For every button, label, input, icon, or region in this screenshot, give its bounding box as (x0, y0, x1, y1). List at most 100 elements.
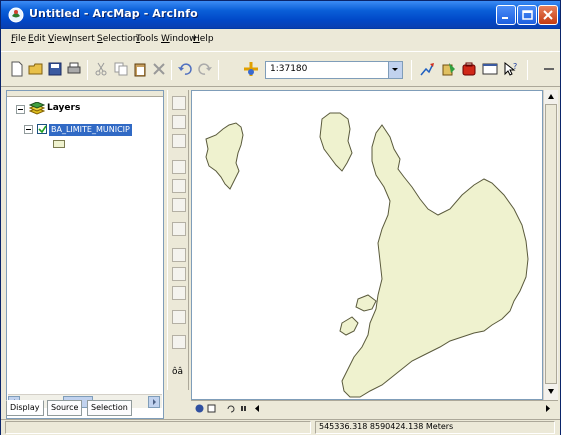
pan-icon[interactable] (172, 134, 186, 148)
cursor-coordinates: 545336.318 8590424.138 Meters (319, 422, 454, 431)
chevron-down-icon (392, 68, 398, 71)
layer-symbol-swatch[interactable] (53, 140, 65, 148)
toolbar-overflow-icon[interactable] (541, 61, 557, 77)
close-button[interactable] (538, 5, 558, 25)
copy-icon[interactable] (113, 61, 129, 77)
add-data-icon[interactable] (243, 61, 259, 77)
menu-edit[interactable]: Edit (28, 34, 45, 44)
redo-icon[interactable] (197, 61, 213, 77)
menu-file-label: ile (15, 34, 27, 44)
svg-text:ôâ: ôâ (172, 366, 183, 377)
menu-insert-label: nsert (71, 34, 95, 44)
measure-icon[interactable] (172, 335, 186, 349)
print-icon[interactable] (66, 61, 82, 77)
standard-toolbar: 1:37180 ? (1, 51, 560, 87)
map-scale-combobox[interactable]: 1:37180 (265, 61, 403, 79)
whats-this-help-icon[interactable]: ? (503, 61, 519, 77)
maximize-button[interactable] (517, 5, 537, 25)
refresh-view-icon[interactable] (226, 404, 235, 413)
fixed-zoom-in-icon[interactable] (172, 160, 186, 174)
zoom-in-icon[interactable] (172, 96, 186, 110)
new-document-icon[interactable] (9, 61, 25, 77)
arrow-up-icon[interactable] (546, 92, 556, 102)
tab-source[interactable]: Source (47, 400, 83, 416)
map-vscroll-thumb[interactable] (545, 104, 557, 384)
minimize-icon (502, 17, 508, 19)
editor-toolbar-icon[interactable] (419, 61, 435, 77)
scroll-left-icon[interactable] (253, 404, 262, 413)
arrow-right-icon (153, 399, 156, 405)
find-icon[interactable] (172, 310, 186, 324)
arcmap-window: Untitled - ArcMap - ArcInfo File Edit Vi… (0, 0, 561, 435)
back-extent-icon[interactable] (172, 198, 186, 212)
arrow-down-icon[interactable] (546, 386, 556, 396)
maximize-icon (522, 10, 533, 20)
island-bay[interactable] (339, 316, 359, 336)
menu-edit-label: dit (33, 34, 46, 44)
layout-view-icon[interactable] (207, 404, 216, 413)
toc-dock-handle[interactable] (7, 91, 163, 97)
undo-icon[interactable] (177, 61, 193, 77)
layer-name-selected[interactable]: BA_LIMITE_MUNICIP (49, 124, 132, 136)
delete-icon[interactable] (151, 61, 167, 77)
map-view-bar (191, 400, 558, 416)
command-line-icon[interactable] (482, 61, 498, 77)
arctoolbox-icon[interactable] (461, 61, 477, 77)
menu-tools-label: ools (139, 34, 159, 44)
menu-view[interactable]: View (48, 34, 69, 44)
zoom-out-icon[interactable] (172, 115, 186, 129)
scroll-right-icon[interactable] (543, 404, 552, 413)
scroll-right-button[interactable] (148, 396, 160, 408)
toolbar-separator (171, 60, 172, 80)
open-folder-icon[interactable] (28, 61, 44, 77)
data-view-icon[interactable] (195, 404, 204, 413)
forward-extent-icon[interactable] (172, 222, 186, 236)
map-scale-value: 1:37180 (270, 64, 308, 74)
island-north[interactable] (319, 112, 353, 172)
scale-dropdown-button[interactable] (388, 62, 402, 78)
layers-collapse-toggle[interactable] (16, 105, 25, 114)
status-bar: 545336.318 8590424.138 Meters (1, 419, 560, 435)
menu-file[interactable]: File (11, 34, 26, 44)
arccatalog-icon[interactable] (441, 61, 457, 77)
toolbar-separator (218, 60, 219, 80)
layer-collapse-toggle[interactable] (24, 125, 33, 134)
save-icon[interactable] (47, 61, 63, 77)
checkmark-icon (38, 125, 47, 134)
window-title: Untitled - ArcMap - ArcInfo (29, 7, 198, 20)
data-frame-label[interactable]: Layers (47, 103, 80, 113)
status-message-panel (5, 421, 311, 434)
menu-window[interactable]: Window (161, 34, 197, 44)
svg-text:?: ? (513, 62, 517, 71)
menu-tools[interactable]: Tools (136, 34, 158, 44)
toolbar-separator (411, 60, 412, 80)
select-elements-icon[interactable] (172, 267, 186, 281)
menu-help-label: elp (199, 34, 214, 44)
minimize-button[interactable] (496, 5, 516, 25)
menu-selection-label: election (102, 34, 139, 44)
fixed-zoom-out-icon[interactable] (172, 179, 186, 193)
hyperlink-icon[interactable]: ôâ (171, 362, 187, 378)
toolbar-separator (87, 60, 88, 80)
pause-drawing-icon[interactable] (239, 404, 248, 413)
title-bar[interactable]: Untitled - ArcMap - ArcInfo (1, 1, 560, 29)
island-inlet[interactable] (355, 294, 377, 312)
select-features-icon[interactable] (172, 248, 186, 262)
identify-icon[interactable] (172, 286, 186, 300)
table-of-contents-panel: Layers BA_LIMITE_MUNICIP (6, 90, 164, 419)
menu-insert[interactable]: Insert (69, 34, 95, 44)
menu-selection[interactable]: Selection (97, 34, 138, 44)
tab-selection[interactable]: Selection (87, 400, 132, 416)
menu-help[interactable]: Help (193, 34, 214, 44)
island-west[interactable] (205, 122, 244, 190)
arcmap-app-icon (8, 7, 24, 23)
menu-help-accel: H (193, 34, 200, 44)
paste-icon[interactable] (132, 61, 148, 77)
cut-icon[interactable] (93, 61, 109, 77)
map-vertical-scrollbar[interactable] (543, 90, 558, 400)
map-display[interactable] (191, 90, 543, 400)
layer-visibility-checkbox[interactable] (37, 124, 47, 134)
map-canvas[interactable] (192, 91, 542, 399)
tab-display[interactable]: Display (6, 400, 44, 416)
municipality-main[interactable] (341, 124, 529, 398)
